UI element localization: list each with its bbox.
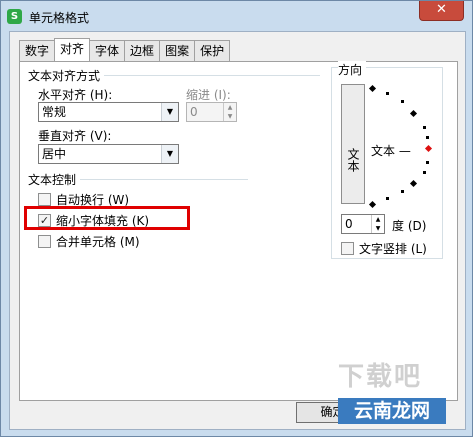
vertical-stack-checkbox-row[interactable]: 文字竖排 (L) [341, 240, 427, 257]
tab-strip: 数字 对齐 字体 边框 图案 保护 [19, 38, 231, 61]
title-bar: S 单元格格式 ✕ [1, 1, 472, 31]
dialog-client: 数字 对齐 字体 边框 图案 保护 文本对齐方式 水平对齐 (H): 常规 ▼ … [9, 31, 466, 430]
format-cells-dialog: S 单元格格式 ✕ 数字 对齐 字体 边框 图案 保护 文本对齐方式 水平对齐 … [0, 0, 473, 437]
tab-font[interactable]: 字体 [89, 40, 126, 61]
vertical-align-label: 垂直对齐 (V): [38, 129, 112, 143]
dial-pointer-icon [424, 144, 433, 153]
horizontal-align-select[interactable]: 常规 ▼ [38, 102, 179, 122]
vertical-align-value: 居中 [42, 147, 67, 161]
dialog-title: 单元格格式 [29, 11, 90, 25]
dial-marker-icon [368, 84, 377, 93]
dial-dot-icon [426, 161, 429, 164]
text-alignment-group-title: 文本对齐方式 [28, 67, 105, 84]
chevron-down-icon: ▼ [161, 103, 178, 121]
alignment-panel: 文本对齐方式 水平对齐 (H): 常规 ▼ 缩进 (I): 0 ▲ ▼ 垂直对齐 … [19, 61, 458, 401]
tab-alignment[interactable]: 对齐 [54, 38, 91, 61]
orientation-text-label: 文本 — [371, 144, 411, 158]
wps-app-icon: S [7, 9, 22, 24]
horizontal-align-label: 水平对齐 (H): [38, 88, 113, 102]
wrap-text-checkbox[interactable] [38, 193, 51, 206]
indent-label: 缩进 (I): [186, 88, 231, 102]
down-arrow-icon: ▼ [227, 113, 233, 120]
up-arrow-icon: ▲ [375, 216, 381, 223]
dial-marker-icon [409, 109, 418, 118]
indent-stepper[interactable]: 0 ▲ ▼ [186, 102, 237, 122]
down-arrow-icon: ▼ [375, 225, 381, 232]
merge-cells-checkbox[interactable] [38, 235, 51, 248]
dial-marker-icon [409, 179, 418, 188]
orientation-dial[interactable]: 文本 — [368, 84, 440, 209]
degrees-value: 0 [345, 217, 353, 231]
vertical-align-select[interactable]: 居中 ▼ [38, 144, 179, 164]
highlight-box [24, 206, 190, 230]
tab-number[interactable]: 数字 [19, 40, 56, 61]
merge-cells-checkbox-row[interactable]: 合并单元格 (M) [38, 233, 140, 250]
watermark-badge: 云南龙网 [338, 398, 446, 424]
tab-protection[interactable]: 保护 [194, 40, 231, 61]
dial-dot-icon [401, 100, 404, 103]
watermark-text: 下载吧 [338, 362, 423, 392]
vertical-stack-label: 文字竖排 (L) [359, 242, 427, 256]
stepper-arrows[interactable]: ▲ ▼ [223, 103, 236, 121]
dial-dot-icon [423, 126, 426, 129]
tab-border[interactable]: 边框 [124, 40, 161, 61]
stepper-arrows[interactable]: ▲ ▼ [371, 215, 384, 233]
dial-dot-icon [426, 136, 429, 139]
orientation-group: 方向 文本 文本 — 0 ▲ ▼ 度 (D) 文字竖排 (L) [331, 61, 443, 259]
dial-dot-icon [386, 197, 389, 200]
chevron-down-icon: ▼ [161, 145, 178, 163]
vertical-text-button[interactable]: 文本 [341, 84, 365, 204]
horizontal-align-value: 常规 [42, 105, 67, 119]
degrees-stepper[interactable]: 0 ▲ ▼ [341, 214, 385, 234]
degrees-label: 度 (D) [392, 219, 427, 233]
vertical-stack-checkbox[interactable] [341, 242, 354, 255]
merge-cells-label: 合并单元格 (M) [56, 235, 140, 249]
dial-dot-icon [386, 92, 389, 95]
up-arrow-icon: ▲ [227, 104, 233, 111]
orientation-group-title: 方向 [338, 61, 367, 78]
text-control-group-title: 文本控制 [28, 171, 81, 188]
dial-dot-icon [401, 190, 404, 193]
close-button[interactable]: ✕ [419, 1, 464, 21]
tab-pattern[interactable]: 图案 [159, 40, 196, 61]
dial-dot-icon [423, 171, 426, 174]
dial-marker-icon [368, 200, 377, 209]
indent-value: 0 [190, 105, 198, 119]
